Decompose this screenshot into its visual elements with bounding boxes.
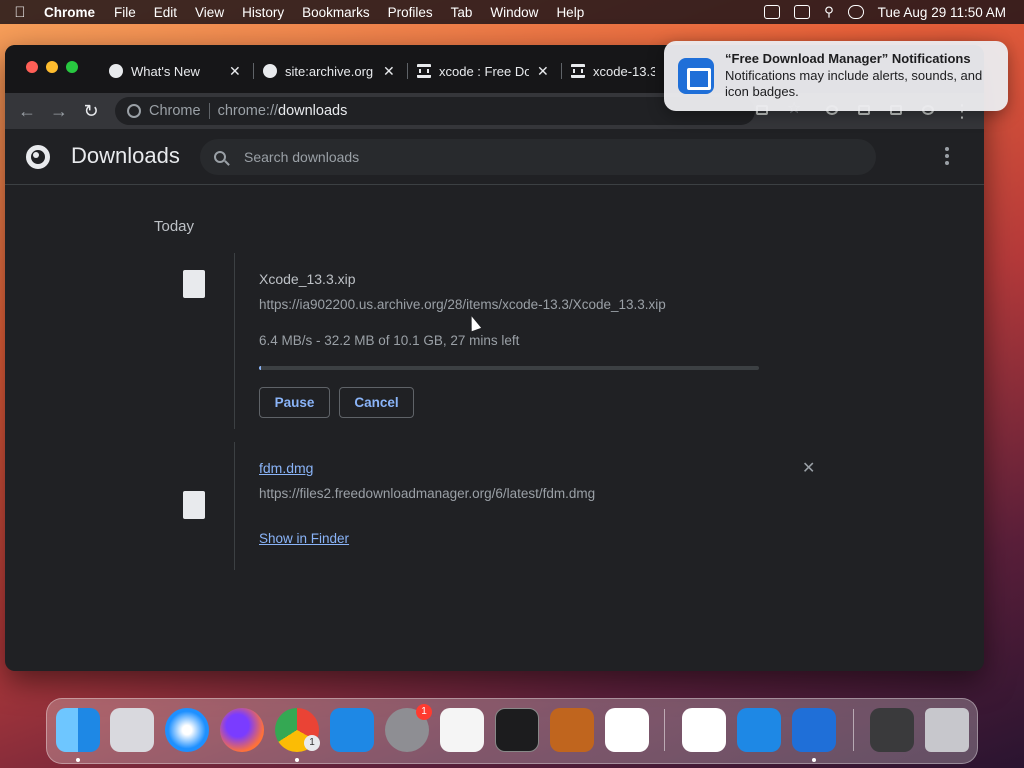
download-status: 6.4 MB/s - 32.2 MB of 10.1 GB, 27 mins l… xyxy=(259,333,520,348)
address-separator xyxy=(208,103,210,119)
chrome-window: What's New ✕ site:archive.org ✕ xcode : … xyxy=(5,45,984,671)
zoom-window-button[interactable] xyxy=(66,61,78,73)
menu-bar:  Chrome File Edit View History Bookmark… xyxy=(0,0,1024,24)
disk-image-icon xyxy=(183,491,205,519)
tab-separator xyxy=(253,63,254,79)
google-favicon-icon xyxy=(263,64,277,78)
screen-mirroring-icon[interactable] xyxy=(794,5,811,19)
download-url: https://files2.freedownloadmanager.org/6… xyxy=(259,486,596,501)
visual-studio-icon[interactable] xyxy=(682,708,726,752)
running-indicator xyxy=(295,758,299,762)
date-heading: Today xyxy=(154,218,195,235)
remove-download-icon[interactable]: ✕ xyxy=(802,458,815,478)
close-tab-icon[interactable]: ✕ xyxy=(229,63,241,80)
search-bar[interactable] xyxy=(200,139,876,175)
card-divider xyxy=(234,253,235,429)
download-filename-link[interactable]: fdm.dmg xyxy=(259,460,313,476)
dock-separator xyxy=(853,709,854,751)
tab-title: xcode : Free Do xyxy=(439,63,529,79)
download-progress-fill xyxy=(259,366,261,370)
fdm-status-icon[interactable] xyxy=(764,5,781,19)
menu-tab[interactable]: Tab xyxy=(442,5,482,20)
pause-button[interactable]: Pause xyxy=(259,387,330,418)
forward-button[interactable]: → xyxy=(47,99,71,123)
reload-button[interactable]: ↻ xyxy=(79,99,103,123)
page-title: Downloads xyxy=(71,143,180,168)
fdm-app-icon xyxy=(678,58,714,94)
menu-help[interactable]: Help xyxy=(547,5,593,20)
notification-banner[interactable]: “Free Download Manager” Notifications No… xyxy=(664,41,1008,111)
chrome-favicon-icon xyxy=(109,64,123,78)
close-tab-icon[interactable]: ✕ xyxy=(383,63,395,80)
tab-title: xcode-13.3 d xyxy=(593,63,655,79)
address-bar[interactable]: Chrome chrome:// downloads xyxy=(115,97,755,125)
menubar-clock[interactable]: Tue Aug 29 11:50 AM xyxy=(878,5,1006,20)
tab-title: site:archive.org xyxy=(285,63,374,79)
control-center-icon[interactable] xyxy=(847,5,864,19)
apple-icon[interactable]:  xyxy=(0,4,40,21)
download-item-xcode: Xcode_13.3.xip https://ia902200.us.archi… xyxy=(168,253,835,429)
cancel-button[interactable]: Cancel xyxy=(339,387,414,418)
show-in-finder-link[interactable]: Show in Finder xyxy=(259,531,349,546)
archive-favicon-icon xyxy=(571,64,585,78)
downloads-folder-icon[interactable] xyxy=(870,708,914,752)
spotlight-icon[interactable]: ⚲ xyxy=(824,4,834,20)
tab-title: What's New xyxy=(131,63,200,79)
chrome-badge: 1 xyxy=(304,735,320,751)
menu-app-name[interactable]: Chrome xyxy=(40,5,105,20)
menu-history[interactable]: History xyxy=(233,5,293,20)
settings-badge: 1 xyxy=(416,704,432,720)
card-divider xyxy=(234,442,235,570)
download-filename: Xcode_13.3.xip xyxy=(259,271,356,287)
address-host: downloads xyxy=(278,103,348,119)
menu-bookmarks[interactable]: Bookmarks xyxy=(293,5,379,20)
address-scheme: chrome:// xyxy=(217,103,279,119)
app-store-icon[interactable] xyxy=(330,708,374,752)
running-indicator xyxy=(812,758,816,762)
more-actions-icon[interactable] xyxy=(945,147,949,165)
downloads-header: Downloads xyxy=(5,129,984,185)
back-button[interactable]: ← xyxy=(15,99,39,123)
search-input[interactable] xyxy=(244,149,844,165)
tab-separator xyxy=(561,63,562,79)
file-icon xyxy=(183,270,205,298)
trash-icon[interactable] xyxy=(925,708,969,752)
download-progress-bar xyxy=(259,366,759,370)
tab-xcode-13-3[interactable]: xcode-13.3 d xyxy=(563,57,663,85)
download-url: https://ia902200.us.archive.org/28/items… xyxy=(259,297,666,312)
dock: 1 1 xyxy=(46,698,978,764)
tab-site-archive[interactable]: site:archive.org ✕ xyxy=(255,57,401,85)
menu-edit[interactable]: Edit xyxy=(145,5,186,20)
minimize-window-button[interactable] xyxy=(46,61,58,73)
tab-xcode-free[interactable]: xcode : Free Do ✕ xyxy=(409,57,555,85)
chrome-logo-icon xyxy=(26,145,50,169)
textedit-icon[interactable] xyxy=(440,708,484,752)
notification-body: Notifications may include alerts, sounds… xyxy=(725,68,983,99)
archive-favicon-icon xyxy=(417,64,431,78)
safari-icon[interactable] xyxy=(165,708,209,752)
finder-icon[interactable] xyxy=(56,708,100,752)
search-icon xyxy=(214,151,226,163)
close-tab-icon[interactable]: ✕ xyxy=(537,63,549,80)
notification-title: “Free Download Manager” Notifications xyxy=(725,51,971,66)
chrome-site-icon[interactable] xyxy=(127,104,141,118)
close-window-button[interactable] xyxy=(26,61,38,73)
tab-whats-new[interactable]: What's New ✕ xyxy=(101,57,247,85)
firefox-icon[interactable] xyxy=(220,708,264,752)
free-download-manager-icon[interactable] xyxy=(792,708,836,752)
icloud-icon[interactable] xyxy=(737,708,781,752)
launchpad-icon[interactable] xyxy=(110,708,154,752)
menu-profiles[interactable]: Profiles xyxy=(379,5,442,20)
menu-file[interactable]: File xyxy=(105,5,145,20)
dock-separator xyxy=(664,709,665,751)
menu-view[interactable]: View xyxy=(186,5,233,20)
running-indicator xyxy=(76,758,80,762)
download-item-fdm: fdm.dmg ✕ https://files2.freedownloadman… xyxy=(168,442,835,570)
vscode-icon[interactable] xyxy=(605,708,649,752)
address-chip: Chrome xyxy=(149,103,201,119)
garageband-icon[interactable] xyxy=(550,708,594,752)
tab-separator xyxy=(407,63,408,79)
terminal-icon[interactable] xyxy=(495,708,539,752)
menu-window[interactable]: Window xyxy=(481,5,547,20)
